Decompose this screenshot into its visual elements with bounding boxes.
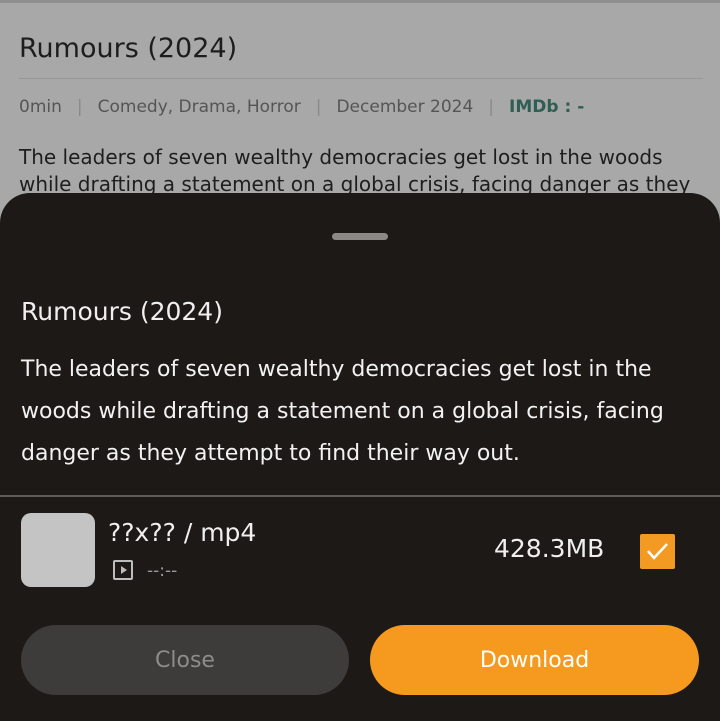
movie-meta: 0min | Comedy, Drama, Horror | December … xyxy=(19,97,584,117)
checkmark-icon xyxy=(647,543,668,560)
description-line: The leaders of seven wealthy democracies… xyxy=(19,145,663,169)
divider xyxy=(0,495,720,497)
select-checkbox[interactable] xyxy=(640,534,675,569)
sheet-description-line: danger as they attempt to find their way… xyxy=(21,441,520,466)
download-bottom-sheet: Rumours (2024) The leaders of seven weal… xyxy=(0,193,720,721)
thumbnail xyxy=(21,513,95,587)
separator: | xyxy=(76,97,83,117)
file-duration: --:-- xyxy=(147,561,178,581)
duration-text: 0min xyxy=(19,97,62,117)
separator: | xyxy=(488,97,495,117)
close-button[interactable]: Close xyxy=(21,625,349,695)
file-size: 428.3MB xyxy=(494,534,605,563)
genres-text: Comedy, Drama, Horror xyxy=(97,97,301,117)
imdb-rating: IMDb : - xyxy=(509,97,585,117)
sheet-description-line: woods while drafting a statement on a gl… xyxy=(21,399,664,424)
play-icon xyxy=(113,560,133,580)
download-button[interactable]: Download xyxy=(370,625,699,695)
drag-handle[interactable] xyxy=(332,233,388,240)
release-text: December 2024 xyxy=(336,97,474,117)
page-description: The leaders of seven wealthy democracies… xyxy=(19,144,709,198)
sheet-description: The leaders of seven wealthy democracies… xyxy=(21,349,706,475)
sheet-title: Rumours (2024) xyxy=(21,297,223,326)
file-format: ??x?? / mp4 xyxy=(108,518,257,547)
page-title: Rumours (2024) xyxy=(19,33,238,64)
divider xyxy=(19,78,703,79)
separator: | xyxy=(315,97,322,117)
sheet-description-line: The leaders of seven wealthy democracies… xyxy=(21,357,652,382)
